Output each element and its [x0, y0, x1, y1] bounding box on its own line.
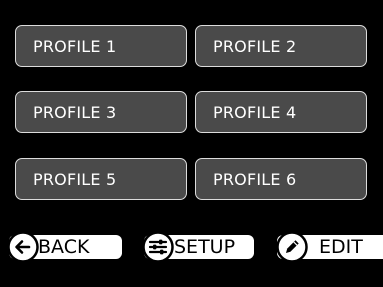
pencil-circle-icon	[276, 231, 308, 263]
setup-label: SETUP	[174, 236, 236, 258]
edit-label: EDIT	[319, 236, 363, 258]
edit-button[interactable]: EDIT	[276, 231, 383, 263]
profile-1-button[interactable]: PROFILE 1	[15, 25, 187, 67]
profile-3-label: PROFILE 3	[33, 102, 117, 122]
profile-4-button[interactable]: PROFILE 4	[195, 91, 367, 133]
profile-2-button[interactable]: PROFILE 2	[195, 25, 367, 67]
profile-5-label: PROFILE 5	[33, 169, 117, 189]
profile-5-button[interactable]: PROFILE 5	[15, 158, 187, 200]
sliders-circle-icon	[142, 231, 174, 263]
arrow-left-circle-icon	[7, 231, 39, 263]
profile-6-label: PROFILE 6	[213, 169, 297, 189]
profile-3-button[interactable]: PROFILE 3	[15, 91, 187, 133]
profile-2-label: PROFILE 2	[213, 36, 297, 56]
back-label: BACK	[38, 236, 90, 258]
profile-1-label: PROFILE 1	[33, 36, 117, 56]
setup-button[interactable]: SETUP	[142, 231, 254, 263]
back-button[interactable]: BACK	[7, 231, 122, 263]
profile-6-button[interactable]: PROFILE 6	[195, 158, 367, 200]
profile-4-label: PROFILE 4	[213, 102, 297, 122]
